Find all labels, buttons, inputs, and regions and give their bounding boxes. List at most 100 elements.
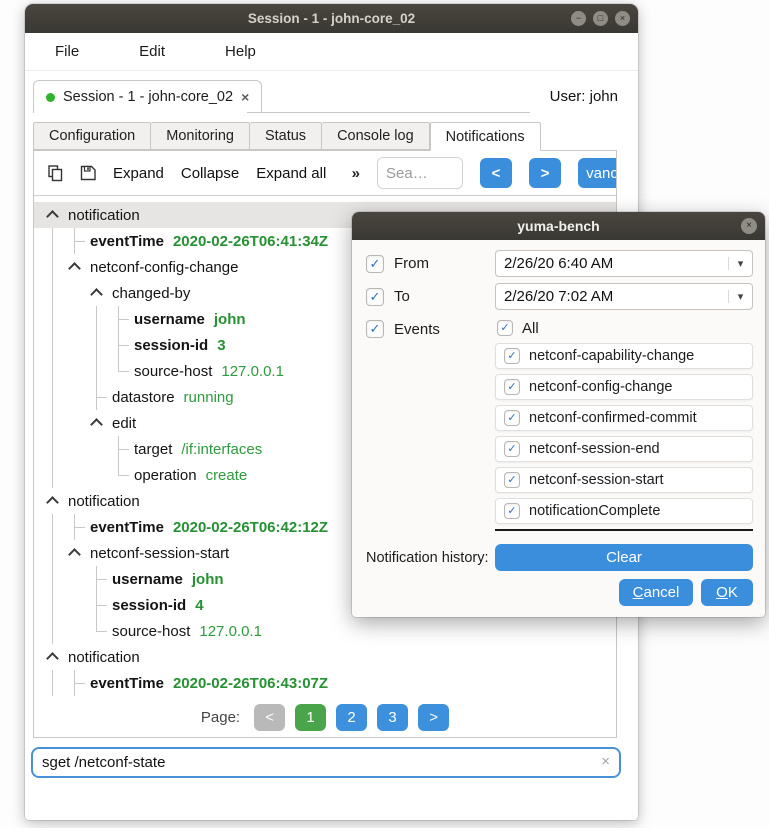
view-tab-bar: Configuration Monitoring Status Console … [33, 122, 617, 151]
tree-guide [64, 592, 86, 618]
minimize-icon[interactable]: − [571, 11, 586, 26]
tree-guide [42, 514, 64, 540]
tree-node-value: /if:interfaces [181, 440, 263, 458]
toolbar-overflow-icon[interactable]: » [352, 165, 360, 182]
tree-row[interactable]: notification [34, 644, 616, 670]
menu-edit[interactable]: Edit [139, 43, 165, 60]
command-input[interactable] [31, 747, 621, 778]
tree-node-value: john [191, 570, 224, 588]
dialog-titlebar[interactable]: yuma-bench × [352, 212, 765, 240]
to-datetime-dropdown[interactable]: 2/26/20 7:02 AM ▾ [495, 283, 753, 310]
page-prev-button[interactable]: < [254, 703, 286, 731]
save-icon[interactable] [80, 165, 96, 181]
event-label: netconf-capability-change [529, 348, 695, 364]
page-2-button[interactable]: 2 [336, 703, 368, 731]
collapse-chevron-icon[interactable] [86, 280, 108, 306]
desktop: Session - 1 - john-core_02 − □ × File Ed… [0, 0, 769, 828]
close-icon[interactable]: × [615, 11, 630, 26]
event-checkbox[interactable]: ✓ [504, 379, 520, 395]
from-checkbox[interactable]: ✓ [366, 254, 384, 273]
window-titlebar[interactable]: Session - 1 - john-core_02 − □ × [25, 4, 638, 33]
collapse-chevron-icon[interactable] [42, 644, 64, 670]
events-row: ✓ Events ✓ All ✓ netconf-capability-chan… [364, 318, 753, 531]
from-datetime-dropdown[interactable]: 2/26/20 6:40 AM ▾ [495, 250, 753, 277]
event-item[interactable]: ✓ netconf-confirmed-commit [495, 405, 753, 431]
tree-node-value: create [205, 466, 248, 484]
cancel-button[interactable]: Cancel [619, 579, 693, 606]
tree-connector [86, 592, 108, 618]
tree-row[interactable]: source-host 127.0.0.1 [34, 618, 616, 644]
tree-guide [64, 618, 86, 644]
maximize-icon[interactable]: □ [593, 11, 608, 26]
event-checkbox[interactable]: ✓ [504, 441, 520, 457]
event-item[interactable]: ✓ netconf-capability-change [495, 343, 753, 369]
session-close-icon[interactable]: × [241, 89, 249, 105]
yuma-bench-dialog: yuma-bench × ✓ From 2/26/20 6:40 AM ▾ ✓ … [352, 212, 765, 617]
tree-connector [86, 566, 108, 592]
tree-connector [108, 462, 130, 488]
event-checkbox[interactable]: ✓ [504, 348, 520, 364]
connected-status-icon [46, 92, 55, 102]
clear-history-button[interactable]: Clear [495, 544, 753, 571]
expand-button[interactable]: Expand [113, 165, 164, 182]
tree-node-label: edit [112, 414, 137, 432]
event-checkbox[interactable]: ✓ [504, 410, 520, 426]
menu-bar: File Edit Help [25, 33, 638, 71]
clear-input-icon[interactable]: × [601, 753, 610, 770]
tree-guide [42, 566, 64, 592]
command-row: × [31, 747, 621, 778]
events-checkbox[interactable]: ✓ [366, 320, 384, 338]
event-label: notificationComplete [529, 503, 661, 519]
session-tab[interactable]: Session - 1 - john-core_02 × [33, 80, 263, 113]
search-input[interactable] [377, 157, 463, 189]
event-checkbox[interactable]: ✓ [504, 472, 520, 488]
tree-guide [64, 306, 86, 332]
chevron-down-icon[interactable]: ▾ [728, 290, 752, 303]
tree-node-label: session-id [112, 596, 187, 614]
collapse-button[interactable]: Collapse [181, 165, 239, 182]
collapse-chevron-icon[interactable] [64, 540, 86, 566]
chevron-down-icon[interactable]: ▾ [728, 257, 752, 270]
tree-node-value: 2020-02-26T06:41:34Z [172, 232, 329, 250]
search-next-button[interactable]: > [529, 158, 561, 188]
tab-console-log[interactable]: Console log [322, 122, 430, 150]
menu-help[interactable]: Help [225, 43, 256, 60]
tree-node-label: notification [68, 492, 140, 510]
collapse-chevron-icon[interactable] [64, 254, 86, 280]
page-next-button[interactable]: > [418, 703, 450, 731]
tab-configuration[interactable]: Configuration [33, 122, 152, 150]
collapse-chevron-icon[interactable] [42, 202, 64, 228]
list-scrollbar[interactable] [495, 529, 753, 531]
from-row: ✓ From 2/26/20 6:40 AM ▾ [364, 250, 753, 277]
to-checkbox[interactable]: ✓ [366, 287, 384, 306]
collapse-chevron-icon[interactable] [42, 488, 64, 514]
tab-monitoring[interactable]: Monitoring [151, 122, 250, 150]
event-item[interactable]: ✓ netconf-session-start [495, 467, 753, 493]
tree-guide [64, 332, 86, 358]
page-1-button[interactable]: 1 [295, 703, 327, 731]
menu-file[interactable]: File [55, 43, 79, 60]
tree-connector [108, 306, 130, 332]
tree-guide [64, 280, 86, 306]
tab-notifications[interactable]: Notifications [429, 122, 541, 151]
copy-icon[interactable] [48, 164, 63, 182]
page-3-button[interactable]: 3 [377, 703, 409, 731]
event-item[interactable]: ✓ netconf-session-end [495, 436, 753, 462]
expand-all-button[interactable]: Expand all [256, 165, 326, 182]
tree-guide [42, 280, 64, 306]
session-tab-label: Session - 1 - john-core_02 [63, 89, 234, 105]
search-prev-button[interactable]: < [480, 158, 512, 188]
session-tab-bar: Session - 1 - john-core_02 × User: john [25, 71, 638, 113]
event-item[interactable]: ✓ notificationComplete [495, 498, 753, 524]
all-checkbox[interactable]: ✓ [497, 320, 513, 336]
event-checkbox[interactable]: ✓ [504, 503, 520, 519]
tab-status[interactable]: Status [249, 122, 323, 150]
tree-node-label: netconf-config-change [90, 258, 239, 276]
collapse-chevron-icon[interactable] [86, 410, 108, 436]
ok-button[interactable]: OK [701, 579, 753, 606]
tree-row[interactable]: eventTime 2020-02-26T06:43:07Z [34, 670, 616, 696]
dialog-close-icon[interactable]: × [741, 218, 757, 234]
advanced-button[interactable]: vanc [578, 158, 616, 188]
event-item[interactable]: ✓ netconf-config-change [495, 374, 753, 400]
tree-guide [86, 462, 108, 488]
